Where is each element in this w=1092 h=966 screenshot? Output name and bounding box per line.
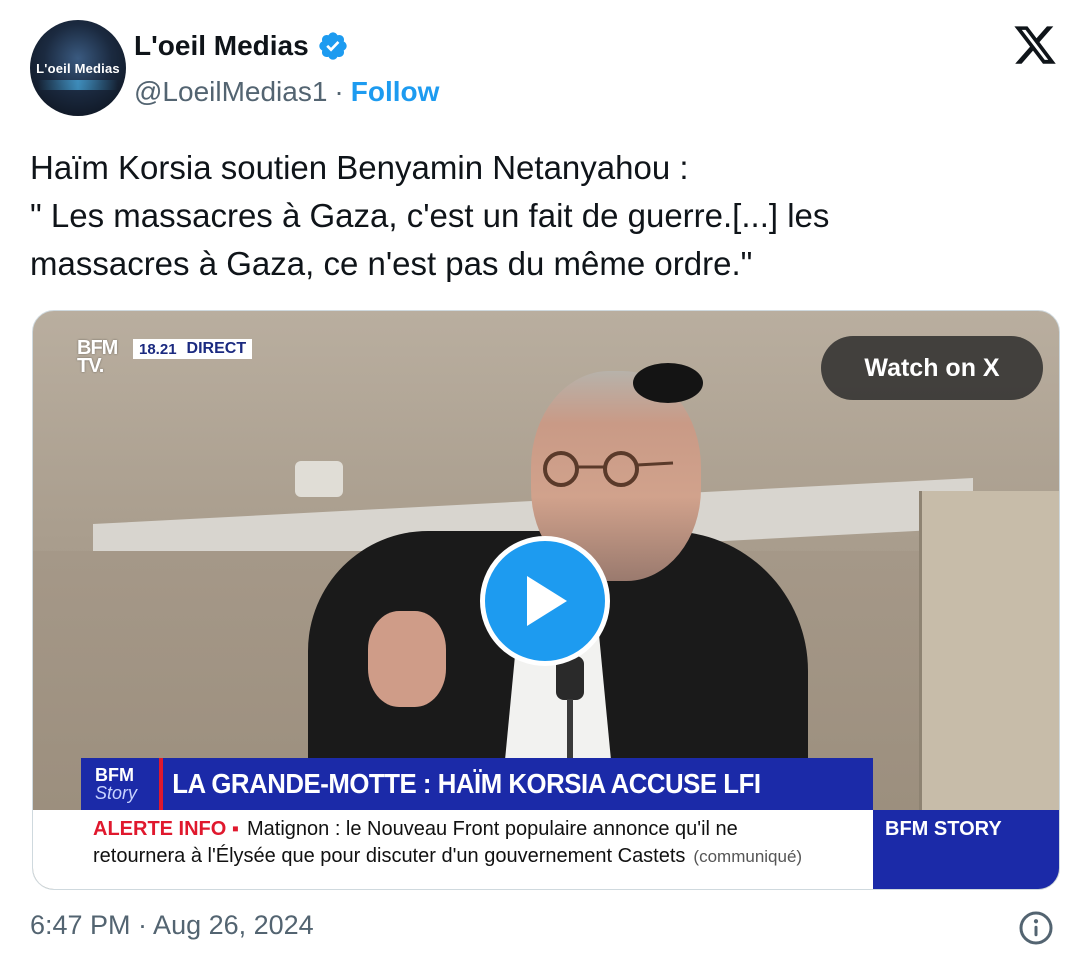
tweet-timestamp[interactable]: 6:47 PM · Aug 26, 2024	[30, 910, 314, 941]
broadcast-time: 18.21	[133, 340, 183, 358]
video-media[interactable]: BFM TV. 18.21 DIRECT Watch on X BFM Stor…	[32, 310, 1060, 890]
bfm-story-box: BFM STORY	[873, 810, 1059, 889]
author-name-row: L'oeil Medias	[134, 30, 349, 62]
bfmtv-logo: BFM TV.	[77, 338, 118, 377]
ticker-text-1: Matignon : le Nouveau Front populaire an…	[246, 818, 738, 840]
bfm-story-logo-line1: BFM	[95, 765, 134, 785]
broadcast-headline: LA GRANDE-MOTTE : HAÏM KORSIA ACCUSE LFI	[172, 768, 761, 799]
background-side-block	[919, 491, 1059, 811]
speaker-fist	[368, 611, 446, 707]
tweet-line: massacres à Gaza, ce n'est pas du même o…	[30, 245, 753, 282]
author-handle-row: @LoeilMedias1 · Follow	[134, 76, 439, 108]
info-icon[interactable]	[1018, 910, 1054, 946]
ticker-line-1: ALERTE INFO ▪ Matignon : le Nouveau Fron…	[93, 818, 873, 841]
broadcast-headline-bar: BFM Story LA GRANDE-MOTTE : HAÏM KORSIA …	[81, 758, 873, 810]
play-icon	[527, 576, 567, 626]
bfmtv-logo-line2: TV.	[77, 355, 104, 377]
ticker-source: (communiqué)	[693, 847, 803, 866]
tweet-line: " Les massacres à Gaza, c'est un fait de…	[30, 197, 830, 234]
broadcast-live-label: DIRECT	[182, 340, 253, 358]
broadcast-top-strip: 18.21 DIRECT	[133, 339, 253, 359]
tweet-line: Haïm Korsia soutien Benyamin Netanyahou …	[30, 149, 689, 186]
alert-label: ALERTE INFO ▪	[93, 818, 239, 840]
tweet-text: Haïm Korsia soutien Benyamin Netanyahou …	[30, 144, 1060, 288]
author-handle[interactable]: @LoeilMedias1	[134, 76, 327, 108]
follow-button[interactable]: Follow	[351, 76, 440, 108]
author-display-name[interactable]: L'oeil Medias	[134, 30, 309, 62]
bfm-story-logo-line2: Story	[95, 783, 138, 803]
speaker-glasses	[543, 451, 674, 487]
speaker-kippah	[633, 363, 703, 403]
play-button[interactable]	[480, 536, 610, 666]
handle-separator: ·	[334, 76, 344, 107]
broadcast-ticker: ALERTE INFO ▪ Matignon : le Nouveau Fron…	[33, 810, 873, 889]
author-avatar[interactable]: L'oeil Medias	[30, 20, 126, 116]
security-camera-shape	[295, 461, 343, 497]
ticker-line-2: retournera à l'Élysée que pour discuter …	[93, 845, 873, 868]
avatar-glow	[38, 80, 118, 90]
verified-badge-icon	[319, 32, 347, 60]
watch-on-x-button[interactable]: Watch on X	[821, 336, 1043, 400]
x-logo-icon[interactable]	[1012, 22, 1058, 68]
ticker-text-2: retournera à l'Élysée que pour discuter …	[93, 845, 686, 867]
avatar-text: L'oeil Medias	[36, 60, 120, 76]
bfm-story-logo: BFM Story	[81, 758, 163, 810]
